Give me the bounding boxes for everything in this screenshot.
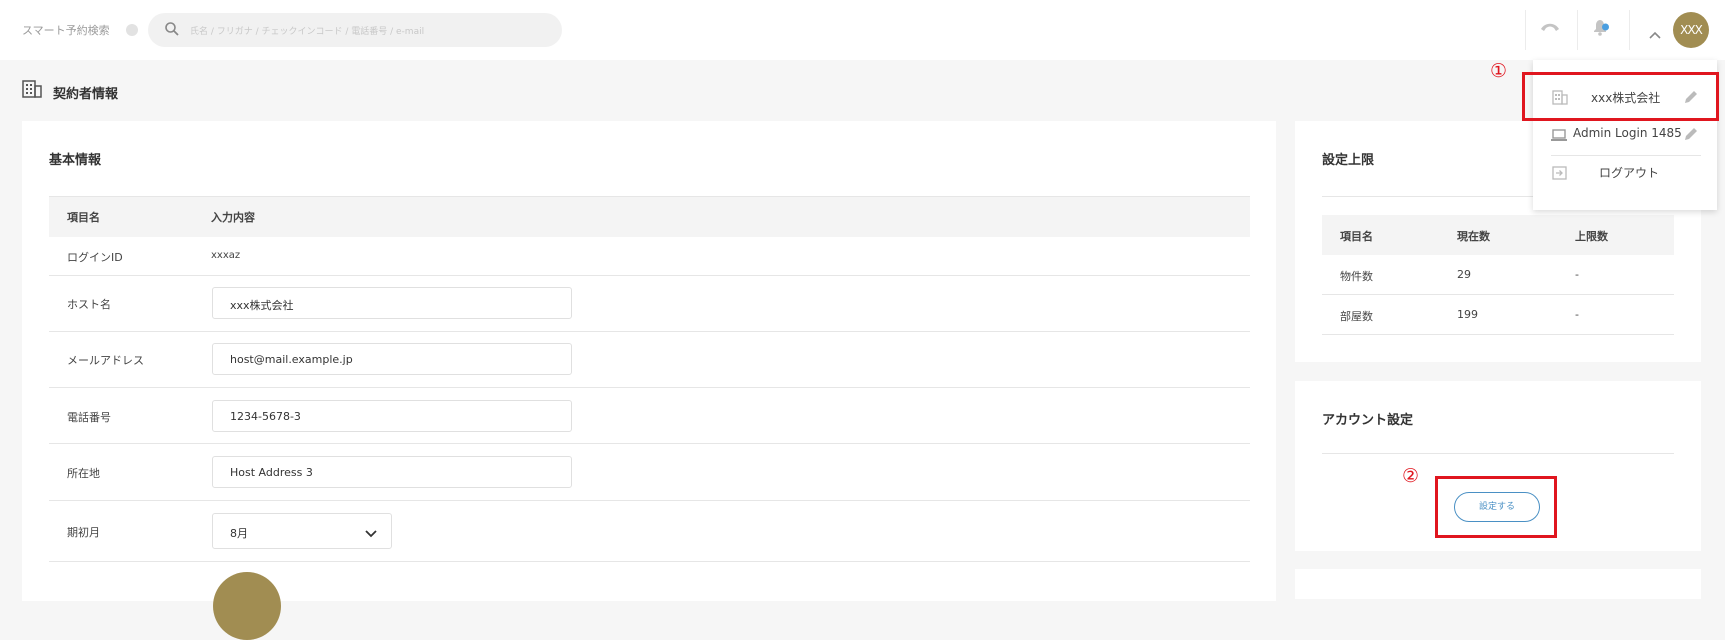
search-placeholder: 氏名 / フリガナ / チェックインコード / 電話番号 / e-mail [190,27,425,37]
header-input-content: 入力内容 [211,211,255,224]
admin-login-label: Admin Login 1485 [1573,126,1682,140]
chevron-down-icon [365,528,377,541]
basic-info-card [22,121,1276,601]
account-title: アカウント設定 [1322,413,1414,428]
top-bar: スマート予約検索 氏名 / フリガナ / チェックインコード / 電話番号 / … [0,0,1725,60]
phone-label: 電話番号 [67,411,111,424]
header-item-name: 項目名 [67,211,100,224]
limits-row-limit: - [1575,268,1579,281]
row-divider [49,331,1250,332]
row-divider [49,561,1250,562]
limits-row-current: 199 [1457,308,1478,321]
email-label: メールアドレス [67,354,144,367]
login-id-label: ログインID [67,251,123,264]
row-divider [1322,453,1674,454]
smart-search-label: スマート予約検索 [22,24,110,37]
limits-title: 設定上限 [1322,153,1375,168]
fiscal-month-select[interactable]: 8月 [212,513,392,549]
limits-row-name: 部屋数 [1340,310,1373,323]
dropdown-item-admin-login[interactable]: Admin Login 1485 [1533,117,1717,151]
row-divider [1322,294,1674,295]
host-name-field[interactable]: xxx株式会社 [212,287,572,319]
laptop-icon [1550,127,1568,146]
phone-value: 1234-5678-3 [230,410,301,423]
avatar-text: XXX [1680,23,1703,37]
dropdown-item-logout[interactable]: ログアウト [1533,155,1717,189]
limits-header-item: 項目名 [1340,230,1373,243]
limits-row-current: 29 [1457,268,1471,281]
smart-search-toggle[interactable] [126,24,138,36]
annotation-marker-1: ① [1490,60,1508,82]
logout-icon [1552,165,1567,184]
limits-header-current: 現在数 [1457,230,1490,243]
host-name-value: xxx株式会社 [230,299,294,312]
limits-row-name: 物件数 [1340,270,1373,283]
bell-icon[interactable] [1590,16,1612,42]
phone-hangup-icon[interactable] [1539,19,1561,38]
annotation-marker-2: ② [1402,465,1420,487]
row-divider [49,387,1250,388]
fiscal-month-label: 期初月 [67,526,100,539]
divider [1525,10,1526,50]
next-card [1295,569,1701,599]
chevron-up-icon[interactable] [1649,24,1661,43]
address-field[interactable]: Host Address 3 [212,456,572,488]
logout-label: ログアウト [1599,166,1660,180]
fiscal-month-value: 8月 [230,527,248,540]
highlight-box-2 [1435,476,1557,538]
email-field[interactable]: host@mail.example.jp [212,343,572,375]
row-divider [1322,334,1674,335]
limits-table-header [1322,215,1674,255]
edit-pencil-icon[interactable] [1683,126,1699,146]
highlight-box-1 [1522,72,1719,121]
basic-info-title: 基本情報 [49,153,102,168]
row-divider [49,275,1250,276]
row-divider [49,500,1250,501]
search-icon [164,21,180,41]
limits-row-limit: - [1575,308,1579,321]
page-title: 契約者情報 [53,87,119,102]
address-label: 所在地 [67,467,100,480]
host-logo-image [213,572,281,640]
building-icon [22,80,42,102]
address-value: Host Address 3 [230,466,313,479]
email-value: host@mail.example.jp [230,353,353,366]
divider [1577,10,1578,50]
login-id-value: xxxaz [211,250,241,261]
limits-header-limit: 上限数 [1575,230,1608,243]
row-divider [49,443,1250,444]
divider [1629,10,1630,50]
host-name-label: ホスト名 [67,298,111,311]
phone-field[interactable]: 1234-5678-3 [212,400,572,432]
search-input[interactable]: 氏名 / フリガナ / チェックインコード / 電話番号 / e-mail [148,13,562,47]
avatar[interactable]: XXX [1673,12,1709,48]
